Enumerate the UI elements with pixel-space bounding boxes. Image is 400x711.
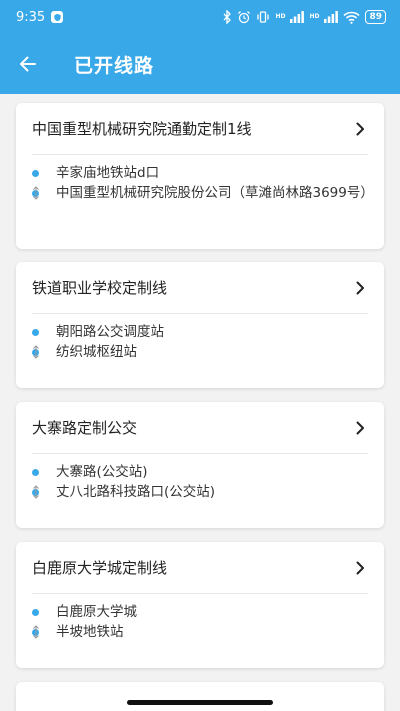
app-screen: 9:35 HD HD 89 已开线路 中国重型机械研究院通勤定制1线 辛家庙地铁… — [0, 0, 400, 711]
route-name: 中国重型机械研究院通勤定制1线 — [32, 120, 252, 138]
origin-stop-name: 白鹿原大学城 — [56, 604, 137, 620]
route-stops: 白鹿原大学城 半坡地铁站 — [16, 594, 384, 652]
bluetooth-icon — [223, 10, 232, 24]
route-name: 大寨路定制公交 — [32, 419, 138, 437]
alarm-icon — [238, 11, 251, 24]
route-origin: 朝阳路公交调度站 — [32, 322, 368, 342]
network-label-1: HD — [275, 13, 286, 20]
destination-stop-name: 纺织城枢纽站 — [56, 344, 137, 360]
vibrate-icon — [257, 11, 270, 23]
route-card[interactable]: 中国重型机械研究院通勤定制1线 辛家庙地铁站d口 中国重型机械研究院股份公司（草… — [16, 103, 384, 249]
route-card-partial[interactable] — [16, 682, 384, 711]
route-card[interactable]: 铁道职业学校定制线 朝阳路公交调度站 纺织城枢纽站 — [16, 262, 384, 388]
route-origin: 大寨路(公交站) — [32, 462, 368, 482]
route-list[interactable]: 中国重型机械研究院通勤定制1线 辛家庙地铁站d口 中国重型机械研究院股份公司（草… — [0, 94, 400, 711]
stop-dot — [32, 469, 39, 476]
route-stops: 辛家庙地铁站d口 中国重型机械研究院股份公司（草滩尚林路3699号） — [16, 155, 384, 213]
origin-stop-name: 辛家庙地铁站d口 — [56, 165, 160, 181]
destination-stop-name: 丈八北路科技路口(公交站) — [56, 484, 216, 500]
chevron-right-icon — [356, 561, 364, 574]
route-card[interactable]: 大寨路定制公交 大寨路(公交站) 丈八北路科技路口(公交站) — [16, 402, 384, 528]
status-time: 9:35 — [16, 9, 46, 25]
route-stops: 朝阳路公交调度站 纺织城枢纽站 — [16, 314, 384, 372]
chevron-right-icon — [356, 281, 364, 294]
status-left: 9:35 — [16, 9, 64, 25]
up-down-arrow-icon — [33, 485, 39, 499]
page-title: 已开线路 — [74, 54, 155, 77]
route-destination: 纺织城枢纽站 — [32, 342, 368, 362]
network-label-2: HD — [309, 13, 320, 20]
route-header[interactable]: 大寨路定制公交 — [32, 402, 368, 454]
destination-stop-name: 中国重型机械研究院股份公司（草滩尚林路3699号） — [56, 185, 374, 201]
signal-icon-2 — [324, 11, 339, 23]
route-destination: 中国重型机械研究院股份公司（草滩尚林路3699号） — [32, 183, 374, 203]
wifi-icon — [343, 11, 361, 24]
route-name: 铁道职业学校定制线 — [32, 279, 168, 297]
up-down-arrow-icon — [33, 625, 39, 639]
status-right: HD HD 89 — [223, 10, 386, 24]
status-bar: 9:35 HD HD 89 — [0, 0, 400, 34]
route-origin: 辛家庙地铁站d口 — [32, 163, 368, 183]
route-origin: 白鹿原大学城 — [32, 602, 368, 622]
route-stops: 大寨路(公交站) 丈八北路科技路口(公交站) — [16, 454, 384, 512]
stop-dot — [32, 170, 39, 177]
destination-stop-name: 半坡地铁站 — [56, 624, 124, 640]
route-card[interactable]: 白鹿原大学城定制线 白鹿原大学城 半坡地铁站 — [16, 542, 384, 668]
stop-dot — [32, 329, 39, 336]
up-down-arrow-icon — [33, 186, 39, 200]
origin-stop-name: 大寨路(公交站) — [56, 464, 148, 480]
route-header[interactable]: 中国重型机械研究院通勤定制1线 — [32, 103, 368, 155]
route-name: 白鹿原大学城定制线 — [32, 559, 168, 577]
chevron-right-icon — [356, 421, 364, 434]
route-header[interactable]: 铁道职业学校定制线 — [32, 262, 368, 314]
up-down-arrow-icon — [33, 345, 39, 359]
app-bar: 已开线路 — [0, 34, 400, 94]
back-button[interactable] — [0, 34, 56, 94]
home-indicator[interactable] — [127, 700, 273, 705]
route-destination: 丈八北路科技路口(公交站) — [32, 482, 368, 502]
arrow-left-icon — [20, 56, 36, 72]
chevron-right-icon — [356, 122, 364, 135]
stop-dot — [32, 609, 39, 616]
signal-icon-1 — [290, 11, 305, 23]
route-header[interactable]: 白鹿原大学城定制线 — [32, 542, 368, 594]
battery-indicator: 89 — [365, 10, 386, 24]
route-destination: 半坡地铁站 — [32, 622, 368, 642]
origin-stop-name: 朝阳路公交调度站 — [56, 324, 164, 340]
shield-icon — [51, 11, 64, 23]
